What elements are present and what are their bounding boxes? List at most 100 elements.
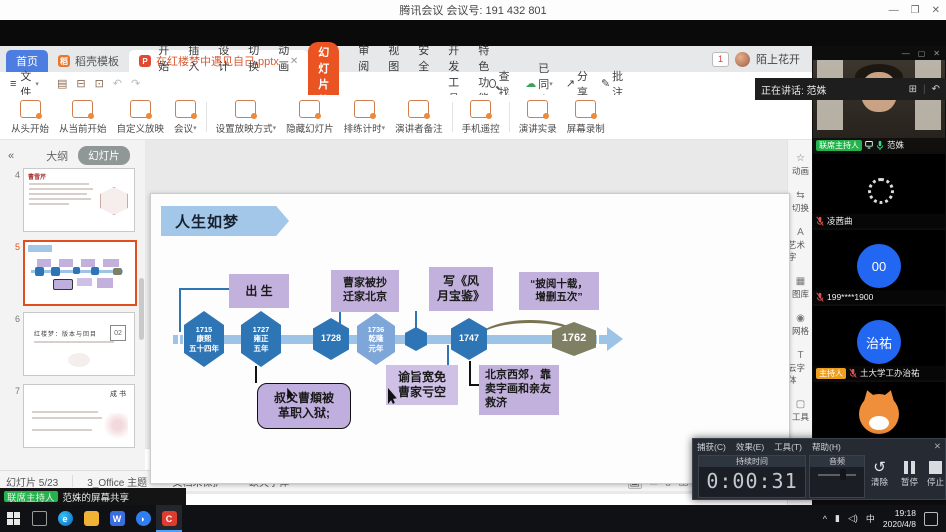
hexagon-graphic	[100, 187, 128, 215]
slide-title-banner: 人生如梦	[161, 206, 289, 236]
grid-icon: ◉	[796, 313, 805, 324]
maximize-icon[interactable]: ❐	[911, 5, 920, 16]
slide-thumbnail-7[interactable]: 成 书	[23, 384, 135, 448]
slide-thumbnail-5-selected[interactable]	[23, 240, 137, 306]
ribbon-rehearse-timing[interactable]: 排练计时▾	[339, 100, 391, 135]
avatar[interactable]	[735, 52, 750, 67]
tab-docer-label: 稻壳模板	[75, 53, 119, 69]
play-from-start-icon	[20, 100, 41, 118]
wps-menubar: ≡ 文件 ▾ ▤ ⊟ ⊡ ↶ ↷ 开始 插入 设计 切换 动画 幻灯片放映 审阅…	[0, 72, 812, 96]
recorder-close-icon[interactable]: ✕	[934, 441, 941, 453]
thumbnail-scrollbar[interactable]	[139, 278, 144, 340]
file-explorer[interactable]	[78, 505, 104, 532]
slide-thumbnail-4[interactable]: 曹雪芹	[23, 168, 135, 232]
toolbox-icon: ▢	[796, 399, 805, 410]
lecture-record-icon	[527, 100, 548, 118]
start-button[interactable]	[0, 505, 26, 532]
preview-icon[interactable]: ⊡	[95, 77, 104, 90]
tab-outline[interactable]: 大纲	[46, 148, 68, 164]
meeting-icon	[175, 100, 196, 118]
recorder-app-active[interactable]: C	[156, 505, 182, 532]
undo-icon[interactable]: ↶	[113, 77, 122, 90]
collapse-panel-icon[interactable]: «	[8, 150, 14, 162]
ribbon-screen-record[interactable]: 屏幕录制	[562, 100, 610, 135]
ribbon-speaker-notes[interactable]: 演讲者备注	[390, 100, 448, 135]
panel-grid[interactable]: ◉网格	[788, 313, 813, 337]
meeting-titlebar: 腾讯会议 会议号: 191 432 801 — ❐ ✕	[0, 0, 946, 21]
video-tile[interactable]: 治祐 主持人 土大学工办治祐	[813, 306, 945, 380]
ribbon-hide-slide[interactable]: 隐藏幻灯片	[281, 100, 339, 135]
video-tile[interactable]: 联席主持人 范姝	[813, 60, 945, 152]
connector-line	[179, 288, 181, 332]
audio-level-slider[interactable]	[818, 474, 856, 476]
tab-slides-active[interactable]: 幻灯片	[78, 146, 130, 165]
panel-animation[interactable]: ☆动画	[788, 153, 813, 177]
play-from-current-icon	[72, 100, 93, 118]
recorder-menu-effects[interactable]: 效果(E)	[736, 441, 764, 453]
timeline-marker-1727: 1727 雍正 五年	[241, 311, 281, 367]
print-icon[interactable]: ⊟	[76, 77, 85, 90]
slide-thumbnail-6[interactable]: 红楼梦：版本与回目 02	[23, 312, 135, 376]
ribbon-phone-remote[interactable]: 手机遥控	[457, 100, 505, 135]
minimize-icon[interactable]: —	[889, 5, 899, 16]
save-icon[interactable]: ▤	[57, 77, 67, 90]
timeline-marker-1728: 1728	[313, 318, 349, 360]
volume-icon[interactable]: ◁)	[848, 513, 858, 524]
battery-icon[interactable]: ▮	[835, 513, 840, 524]
comment-icon: ✎	[601, 77, 610, 90]
mic-muted-icon	[816, 292, 824, 303]
close-icon[interactable]: ✕	[932, 5, 940, 16]
tray-expand-icon[interactable]: ^	[823, 514, 827, 524]
panel-layout-icon[interactable]: ▢	[918, 49, 926, 58]
tab-docer-templates[interactable]: 稻 稻壳模板	[48, 50, 129, 72]
task-view-icon	[32, 511, 47, 526]
panel-gallery[interactable]: ▦图库	[788, 276, 813, 300]
notification-center-icon[interactable]	[924, 512, 938, 526]
panel-minimize-icon[interactable]: —	[902, 49, 910, 58]
wps-app[interactable]: W	[104, 505, 130, 532]
redo-icon[interactable]: ↷	[131, 77, 140, 90]
slide-panel: « 大纲 幻灯片 4 曹雪芹 5	[0, 140, 146, 514]
event-wrote-book: 写《风 月宝鉴》	[429, 267, 493, 311]
ribbon-from-current[interactable]: 从当前开始	[54, 100, 112, 135]
clock[interactable]: 19:18 2020/4/8	[883, 508, 916, 528]
screen-share-icon	[865, 140, 873, 151]
panel-tools[interactable]: ▢工具	[788, 399, 813, 423]
wps-window: 首页 稻 稻壳模板 P 在红楼梦中遇见自己.pptx ✕ + 1 陌上花开 ≡ …	[0, 46, 812, 505]
ribbon-setup-show[interactable]: 设置放映方式▾	[211, 100, 282, 135]
meeting-icon: ◗	[136, 511, 151, 526]
ime-indicator[interactable]: 中	[866, 512, 875, 525]
video-tile[interactable]: 凌茜曲	[813, 154, 945, 228]
task-view-button[interactable]	[26, 505, 52, 532]
edge-browser[interactable]: e	[52, 505, 78, 532]
recorder-menu-tools[interactable]: 工具(T)	[774, 441, 802, 453]
video-tile[interactable]: 00 199****1900	[813, 230, 945, 304]
chevron-down-icon: ▾	[35, 80, 39, 88]
theme-name[interactable]: 3_Office 主题	[87, 474, 147, 489]
panel-close-icon[interactable]: ✕	[933, 49, 940, 58]
participant-name: 凌茜曲	[827, 215, 853, 227]
ribbon-custom-show[interactable]: 自定义放映	[112, 100, 170, 135]
meeting-app[interactable]: ◗	[130, 505, 156, 532]
ribbon-meeting[interactable]: 会议▾	[169, 100, 202, 135]
ribbon-label: 设置放映方式	[216, 121, 273, 135]
rehearse-timer-icon	[354, 100, 375, 118]
ribbon-label: 会议	[174, 121, 193, 135]
recorder-menu-capture[interactable]: 捕获(C)	[697, 441, 726, 453]
ribbon-lecture-record[interactable]: 演讲实录	[514, 100, 562, 135]
back-arrow-icon[interactable]: ↶	[932, 84, 940, 95]
clear-button[interactable]: ↺ 清除	[871, 459, 888, 488]
participant-name: 199****1900	[827, 292, 873, 302]
recorder-menu-help[interactable]: 帮助(H)	[812, 441, 841, 453]
ribbon-from-beginning[interactable]: 从头开始	[6, 100, 54, 135]
account-name[interactable]: 陌上花开	[756, 51, 800, 67]
pause-button[interactable]: 暂停	[901, 459, 918, 488]
panel-cloudfont[interactable]: T云字体	[788, 350, 813, 386]
notification-badge[interactable]: 1	[712, 52, 729, 67]
stop-button[interactable]: 停止	[927, 459, 944, 488]
panel-transition[interactable]: ⇆切换	[788, 190, 813, 214]
panel-wordart[interactable]: A艺术字	[788, 227, 813, 263]
gallery-view-icon[interactable]: ⊞	[909, 84, 917, 95]
docer-icon: 稻	[58, 55, 70, 67]
ribbon-separator	[206, 102, 207, 132]
